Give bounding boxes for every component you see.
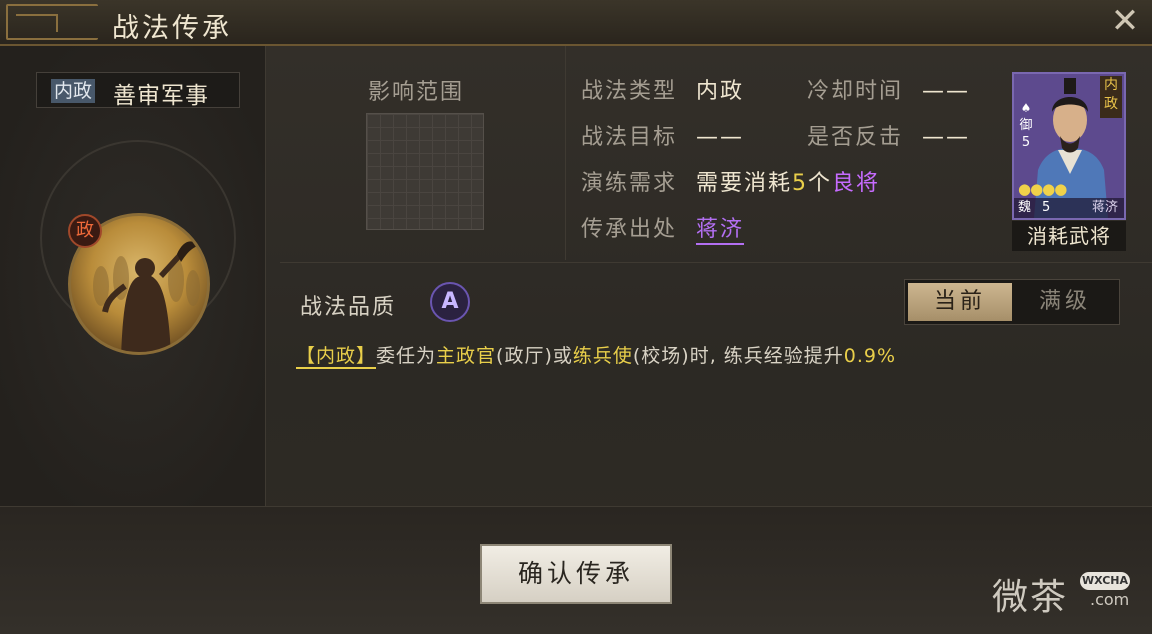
card-info-bar: 魏 5 蒋济 [1014, 198, 1124, 218]
range-grid [366, 113, 484, 230]
watermark-domain: .com [1090, 590, 1130, 609]
skill-name: 善审军事 [113, 83, 209, 109]
tab-max-level[interactable]: 满级 [1013, 283, 1117, 321]
faction-badge: 政 [68, 214, 102, 248]
target-label: 战法目标 [581, 125, 678, 150]
card-caption: 消耗武将 [1012, 221, 1126, 251]
requirement-label: 演练需求 [581, 171, 678, 196]
requirement-quality: 良将 [832, 171, 881, 196]
close-icon[interactable]: ✕ [1108, 4, 1142, 38]
counter-label: 是否反击 [807, 125, 904, 150]
card-troop-cost: ♠ 御 5 [1017, 100, 1035, 151]
description-tag: 【内政】 [296, 345, 377, 369]
title-ornament [6, 4, 98, 40]
divider [280, 262, 1152, 263]
card-general-name: 蒋济 [1091, 200, 1118, 215]
watermark-text: 微茶 [992, 577, 1069, 618]
range-label: 影响范围 [368, 80, 465, 105]
card-faction: 魏 [1018, 200, 1032, 215]
description-highlight-2: 练兵使 [572, 345, 633, 367]
level-toggle: 当前 满级 [904, 279, 1120, 325]
card-type-tag: 内政 [1100, 76, 1122, 118]
info-cooldown-row: 冷却时间 —— [807, 73, 970, 105]
description-text-2: (政厅)或 [496, 345, 573, 367]
source-label: 传承出处 [581, 217, 678, 242]
dialog-frame: 战法传承 ✕ 内政 善审军事 政 影响范围 战法类型 内政 冷却时间 —— 战法… [0, 0, 1152, 634]
info-target-row: 战法目标 —— [581, 119, 744, 151]
description-highlight-1: 主政官 [436, 345, 497, 367]
counter-value: —— [922, 125, 971, 150]
info-counter-row: 是否反击 —— [807, 119, 970, 151]
quality-grade-badge: A [430, 282, 470, 322]
cooldown-value: —— [922, 79, 971, 104]
card-stars: ●●●● [1018, 180, 1067, 198]
skill-type-tag: 内政 [51, 79, 96, 103]
cooldown-label: 冷却时间 [807, 79, 904, 104]
general-card[interactable]: 内政 ♠ 御 5 ●●●● 魏 5 蒋济 [1012, 72, 1126, 220]
quality-label: 战法品质 [300, 295, 397, 320]
type-value: 内政 [696, 79, 745, 104]
info-requirement-row: 演练需求 需要消耗5个良将 [581, 165, 880, 197]
description-text-1: 委任为 [376, 345, 437, 367]
requirement-count: 5 [792, 171, 809, 196]
card-cost: 5 [1021, 135, 1031, 150]
skill-description: 【内政】委任为主政官(政厅)或练兵使(校场)时, 练兵经验提升0.9% [296, 341, 897, 369]
type-label: 战法类型 [581, 79, 678, 104]
tab-current-level[interactable]: 当前 [908, 283, 1012, 321]
dialog-title: 战法传承 [112, 13, 232, 44]
title-bar: 战法传承 ✕ [0, 0, 1152, 46]
requirement-unit: 个 [808, 171, 833, 196]
target-value: —— [696, 125, 745, 150]
info-type-row: 战法类型 内政 [581, 73, 744, 105]
requirement-prefix: 需要消耗 [696, 171, 793, 196]
divider [565, 46, 566, 260]
info-source-row: 传承出处 蒋济 [581, 211, 745, 245]
card-level: 5 [1042, 200, 1051, 215]
source-link[interactable]: 蒋济 [696, 217, 745, 245]
description-text-3: (校场)时, 练兵经验提升 [632, 345, 844, 367]
skill-name-box: 内政 善审军事 [36, 72, 240, 109]
card-troop: 御 [1019, 118, 1033, 133]
watermark-badge: WXCHA [1080, 572, 1130, 590]
confirm-inherit-button[interactable]: 确认传承 [480, 544, 672, 604]
description-highlight-3: 0.9% [843, 345, 897, 367]
